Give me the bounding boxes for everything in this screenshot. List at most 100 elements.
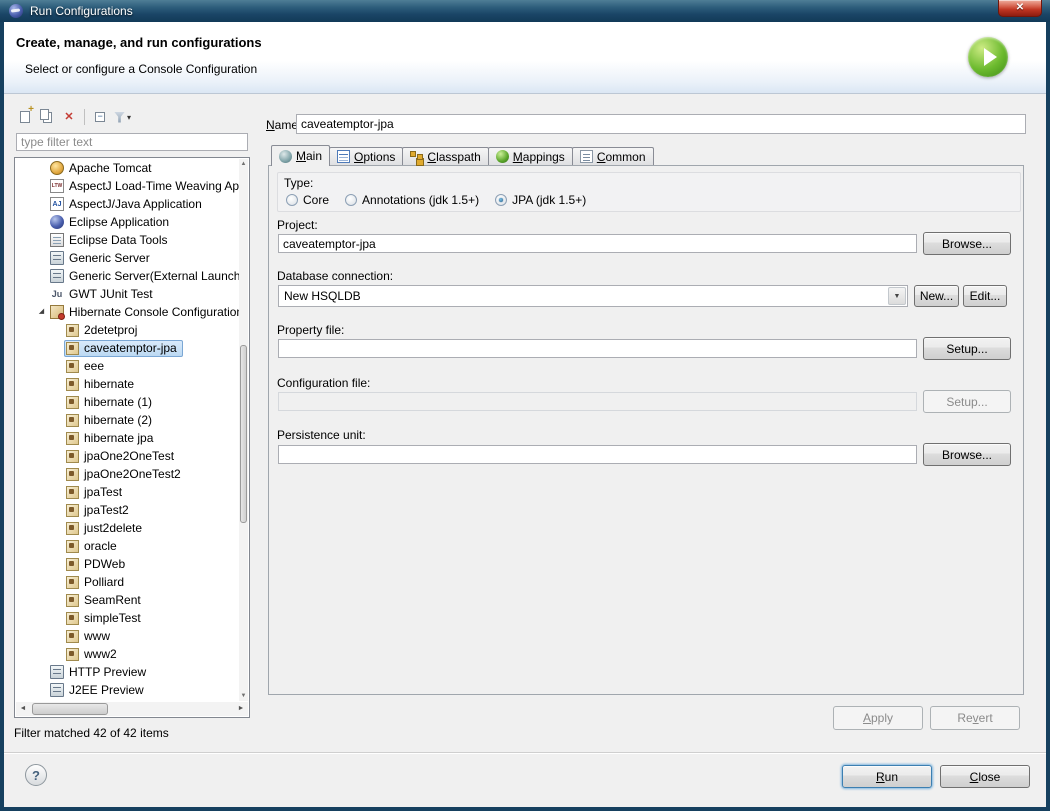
collapse-all-button[interactable] <box>89 107 111 127</box>
tree-item-label: HTTP Preview <box>69 665 147 679</box>
tree-item-core: jpaOne2OneTest <box>64 448 180 465</box>
vertical-scrollbar-thumb[interactable] <box>240 345 247 523</box>
tree-item-just2delete[interactable]: just2delete <box>15 519 239 537</box>
tree-item-generic-server-external-launch[interactable]: Generic Server(External Launch) <box>15 267 239 285</box>
scroll-down-arrow-icon[interactable]: ▼ <box>239 691 248 701</box>
radio-option-label: JPA (jdk 1.5+) <box>512 193 587 207</box>
tree-item-hibernate-jpa[interactable]: hibernate jpa <box>15 429 239 447</box>
data-tools-icon <box>50 233 64 247</box>
help-button[interactable]: ? <box>25 764 47 786</box>
horizontal-scrollbar-thumb[interactable] <box>32 703 108 715</box>
tree-item-2detetproj[interactable]: 2detetproj <box>15 321 239 339</box>
tab-mappings[interactable]: Mappings <box>487 147 573 165</box>
tree-item-hibernate[interactable]: hibernate <box>15 375 239 393</box>
tree-item-jpaone2onetest2[interactable]: jpaOne2OneTest2 <box>15 465 239 483</box>
tree-item-generic-server[interactable]: Generic Server <box>15 249 239 267</box>
filter-button[interactable]: ▾ <box>111 107 134 127</box>
tree-item-eclipse-data-tools[interactable]: Eclipse Data Tools <box>15 231 239 249</box>
tree-item-www2[interactable]: www2 <box>15 645 239 663</box>
run-button[interactable]: Run <box>842 765 932 788</box>
titlebar[interactable]: Run Configurations ✕ <box>0 0 1050 22</box>
tree-item-oracle[interactable]: oracle <box>15 537 239 555</box>
tree-item-polliard[interactable]: Polliard <box>15 573 239 591</box>
aspectj-ltw-icon <box>50 179 64 193</box>
tree-item-hibernate-1[interactable]: hibernate (1) <box>15 393 239 411</box>
tree-vertical-scrollbar[interactable]: ▲ ▼ <box>239 159 248 701</box>
tree-item-core: HTTP Preview <box>48 664 152 681</box>
name-input[interactable] <box>296 114 1026 134</box>
configuration-file-label: Configuration file: <box>277 376 371 390</box>
dialog-body: Create, manage, and run configurations S… <box>4 22 1046 807</box>
tree-item-caveatemptor-jpa[interactable]: caveatemptor-jpa <box>15 339 239 357</box>
aspectj-java-icon <box>50 197 64 211</box>
combo-dropdown-arrow-icon[interactable]: ▼ <box>888 287 906 305</box>
tree-item-aspectj-java-application[interactable]: AspectJ/Java Application <box>15 195 239 213</box>
collapse-twistie-icon[interactable]: ◢ <box>35 303 48 321</box>
tree-item-core: hibernate (2) <box>64 412 158 429</box>
persistence-unit-input[interactable] <box>278 445 917 464</box>
tree-horizontal-scrollbar[interactable]: ◄ ► <box>16 702 248 716</box>
tree-item-label: www <box>84 629 110 643</box>
configuration-file-setup-button[interactable]: Setup... <box>923 390 1011 413</box>
tab-common[interactable]: Common <box>571 147 654 165</box>
database-new-button[interactable]: New... <box>914 285 959 307</box>
configuration-file-input[interactable] <box>278 392 917 411</box>
persistence-unit-label: Persistence unit: <box>277 428 366 442</box>
tree-item-eee[interactable]: eee <box>15 357 239 375</box>
tree-item-label: Apache Tomcat <box>69 161 152 175</box>
tab-main[interactable]: Main <box>271 145 331 166</box>
tree-item-aspectj-load-time-weaving-app[interactable]: AspectJ Load-Time Weaving App <box>15 177 239 195</box>
tree-item-label: Eclipse Application <box>69 215 170 229</box>
tree-item-apache-tomcat[interactable]: Apache Tomcat <box>15 159 239 177</box>
new-configuration-icon <box>20 105 34 123</box>
tree-item-jpatest2[interactable]: jpaTest2 <box>15 501 239 519</box>
filter-icon <box>114 111 125 123</box>
scroll-up-arrow-icon[interactable]: ▲ <box>239 159 248 169</box>
tree-item-label: hibernate <box>84 377 135 391</box>
tree-item-jpaone2onetest[interactable]: jpaOne2OneTest <box>15 447 239 465</box>
scroll-left-arrow-icon[interactable]: ◄ <box>16 702 30 716</box>
tree-item-http-preview[interactable]: HTTP Preview <box>15 663 239 681</box>
tree-item-pdweb[interactable]: PDWeb <box>15 555 239 573</box>
tree-item-jpatest[interactable]: jpaTest <box>15 483 239 501</box>
revert-button[interactable]: Re v ert <box>930 706 1020 730</box>
database-connection-select[interactable]: New HSQLDB ▼ <box>278 285 908 307</box>
type-option-core[interactable]: Core <box>286 193 329 207</box>
tree-item-core: hibernate (1) <box>64 394 158 411</box>
property-file-input[interactable] <box>278 339 917 358</box>
tab-options[interactable]: Options <box>329 147 404 165</box>
tree-item-gwt-junit-test[interactable]: GWT JUnit Test <box>15 285 239 303</box>
filter-input[interactable] <box>16 133 248 151</box>
junit-icon <box>50 287 64 301</box>
close-button[interactable]: Close <box>940 765 1030 788</box>
tree-item-hibernate-console-configuration[interactable]: ◢ Hibernate Console Configuration <box>15 303 239 321</box>
tree-item-j2ee-preview[interactable]: J2EE Preview <box>15 681 239 699</box>
tree-item-hibernate-2[interactable]: hibernate (2) <box>15 411 239 429</box>
tree-item-core: AspectJ Load-Time Weaving App <box>48 178 239 195</box>
type-option-annotations-jdk-1-5[interactable]: Annotations (jdk 1.5+) <box>345 193 479 207</box>
tree-item-seamrent[interactable]: SeamRent <box>15 591 239 609</box>
tree-item-www[interactable]: www <box>15 627 239 645</box>
project-input[interactable] <box>278 234 917 253</box>
scroll-right-arrow-icon[interactable]: ► <box>234 702 248 716</box>
type-option-jpa-jdk-1-5[interactable]: JPA (jdk 1.5+) <box>495 193 586 207</box>
hibernate-config-icon <box>66 341 79 355</box>
property-file-setup-button[interactable]: Setup... <box>923 337 1011 360</box>
tree-item-eclipse-application[interactable]: Eclipse Application <box>15 213 239 231</box>
collapse-all-icon <box>95 111 105 122</box>
project-browse-button[interactable]: Browse... <box>923 232 1011 255</box>
apply-button[interactable]: Apply <box>833 706 923 730</box>
common-tab-icon <box>579 150 593 163</box>
persistence-unit-browse-button[interactable]: Browse... <box>923 443 1011 466</box>
hibernate-config-icon <box>66 467 79 481</box>
sidebar-toolbar: ▾ <box>14 105 134 128</box>
close-window-button[interactable]: ✕ <box>998 0 1042 17</box>
tree-item-core: jpaTest2 <box>64 502 135 519</box>
database-edit-button[interactable]: Edit... <box>963 285 1007 307</box>
tree-item-simpletest[interactable]: simpleTest <box>15 609 239 627</box>
new-configuration-button[interactable] <box>14 105 36 127</box>
eclipse-logo-icon <box>9 4 23 18</box>
tab-classpath[interactable]: Classpath <box>402 147 489 165</box>
delete-configuration-button[interactable] <box>58 107 80 127</box>
duplicate-configuration-button[interactable] <box>36 107 58 127</box>
